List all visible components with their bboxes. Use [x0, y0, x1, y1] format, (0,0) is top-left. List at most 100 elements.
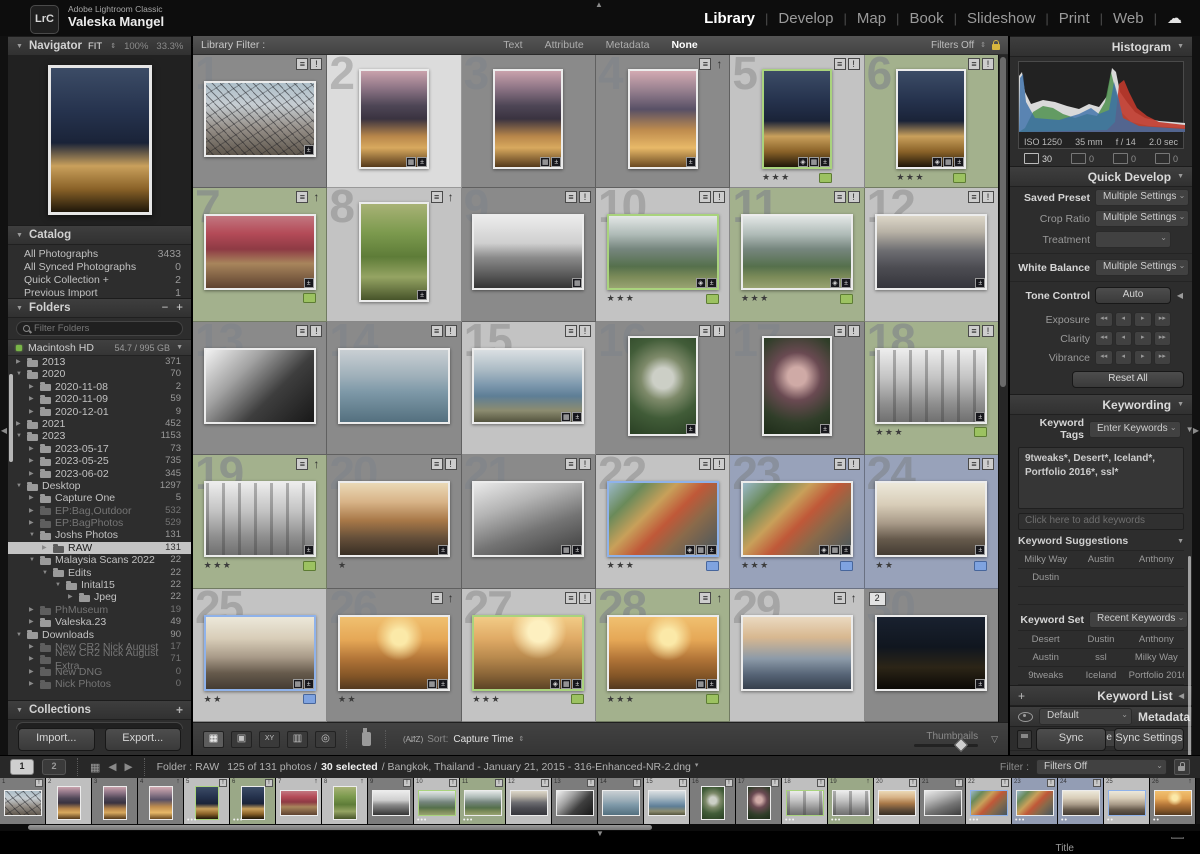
- chevron-right-icon[interactable]: ▶: [29, 406, 36, 418]
- catalog-item[interactable]: Quick Collection +2: [8, 274, 191, 287]
- grid-cell[interactable]: 20≡!±★: [327, 455, 461, 588]
- library-filter-state[interactable]: Filters Off: [931, 40, 974, 51]
- photo-thumbnail[interactable]: ±: [875, 214, 987, 290]
- filmstrip-cell[interactable]: 16!: [690, 778, 736, 824]
- metadata-warning-badge-icon[interactable]: !: [310, 58, 322, 70]
- grid-cell[interactable]: 7≡↑±: [193, 188, 327, 321]
- metadata-list-badge-icon[interactable]: ≡: [431, 325, 443, 337]
- photo-thumbnail[interactable]: ▦±: [493, 69, 563, 169]
- keyword-set-item[interactable]: Desert: [1018, 631, 1073, 649]
- brush-badge-icon[interactable]: ◈: [550, 679, 560, 689]
- folder-item[interactable]: ▼Joshs Photos131: [8, 529, 191, 541]
- compare-view-button[interactable]: XY: [259, 731, 280, 748]
- develop-badge-icon[interactable]: ±: [304, 145, 314, 155]
- grid-cell[interactable]: 25▦±★★: [193, 589, 327, 722]
- star-rating[interactable]: ★★★: [607, 694, 636, 705]
- grid-shortcut-icon[interactable]: ▦: [90, 761, 100, 774]
- photo-thumbnail[interactable]: ▦±: [472, 481, 584, 557]
- metadata-list-badge-icon[interactable]: ≡: [699, 592, 711, 604]
- grid-cell[interactable]: 28≡↑▦±★★★: [596, 589, 730, 722]
- export-button[interactable]: Export...: [105, 728, 182, 751]
- folder-item[interactable]: ▶EP:BagPhotos529: [8, 517, 191, 529]
- second-window-button[interactable]: 2: [42, 759, 66, 775]
- filmstrip-thumbnail[interactable]: [701, 786, 725, 820]
- right-panel-scrollbar[interactable]: [1188, 556, 1191, 756]
- collapse-right-arrow[interactable]: ▶: [1192, 426, 1200, 435]
- chevron-right-icon[interactable]: ▶: [42, 542, 49, 554]
- metadata-warning-badge-icon[interactable]: !: [713, 191, 725, 203]
- stack-count-badge[interactable]: 2: [869, 592, 886, 606]
- filmstrip-cell[interactable]: 19↑•••: [828, 778, 874, 824]
- filmstrip-thumbnail[interactable]: [747, 786, 771, 820]
- folder-item[interactable]: ▶2020-11-0959: [8, 393, 191, 405]
- color-label-badge[interactable]: [706, 561, 719, 571]
- filmstrip-thumbnail[interactable]: [510, 790, 548, 816]
- filmstrip-cell[interactable]: 24!••: [1058, 778, 1104, 824]
- eye-icon[interactable]: [1018, 712, 1033, 722]
- settings-badge-icon[interactable]: ▦: [572, 278, 582, 288]
- filter-tab-none[interactable]: None: [671, 39, 697, 51]
- filmstrip-cell[interactable]: 13!: [552, 778, 598, 824]
- white-balance-dropdown[interactable]: Multiple Settings: [1095, 259, 1189, 276]
- add-keywords-input[interactable]: Click here to add keywords: [1018, 513, 1184, 530]
- navigator-header[interactable]: ▼ Navigator FIT ⇕ 100% 33.3% ⇕: [8, 36, 191, 56]
- grid-cell[interactable]: 9≡!▦: [462, 188, 596, 321]
- treatment-dropdown[interactable]: [1095, 231, 1171, 248]
- photo-thumbnail[interactable]: ±: [875, 348, 987, 424]
- module-print[interactable]: Print: [1059, 10, 1090, 27]
- develop-badge-icon[interactable]: ±: [572, 545, 582, 555]
- metadata-view-dropdown[interactable]: Default: [1039, 708, 1132, 725]
- metadata-warning-badge-icon[interactable]: !: [848, 458, 860, 470]
- filmstrip-cell[interactable]: 5!•••: [184, 778, 230, 824]
- settings-badge-icon[interactable]: ▦: [809, 157, 819, 167]
- keyword-set-item[interactable]: Anthony: [1129, 631, 1184, 649]
- filmstrip-scrollbar-thumb[interactable]: [28, 825, 652, 830]
- navigator-zoom-100[interactable]: 100%: [124, 41, 148, 52]
- filmstrip-thumbnail[interactable]: [878, 790, 916, 816]
- settings-badge-icon[interactable]: ▦: [561, 679, 571, 689]
- filmstrip-cell[interactable]: 12!: [506, 778, 552, 824]
- color-label-badge[interactable]: [953, 173, 966, 183]
- metadata-list-badge-icon[interactable]: ≡: [834, 458, 846, 470]
- grid-cell[interactable]: 27≡!◈▦±★★★: [462, 589, 596, 722]
- left-panel-edge[interactable]: ◀: [0, 36, 8, 755]
- filmstrip-thumbnail[interactable]: [556, 790, 594, 816]
- photo-thumbnail[interactable]: ±: [628, 69, 698, 169]
- filmstrip-cell[interactable]: 21!: [920, 778, 966, 824]
- filter-tab-attribute[interactable]: Attribute: [545, 39, 584, 51]
- module-web[interactable]: Web: [1113, 10, 1144, 27]
- grid-cell[interactable]: 21≡!▦±: [462, 455, 596, 588]
- filmstrip-cell[interactable]: 17!: [736, 778, 782, 824]
- settings-badge-icon[interactable]: ▦: [561, 545, 571, 555]
- folder-item[interactable]: ▶Jpeg22: [8, 591, 191, 603]
- metadata-warning-badge-icon[interactable]: !: [982, 458, 994, 470]
- forward-arrow-icon[interactable]: ▶: [124, 761, 132, 773]
- filmstrip-thumbnail[interactable]: [195, 786, 219, 820]
- settings-badge-icon[interactable]: ▦: [561, 412, 571, 422]
- develop-badge-icon[interactable]: ±: [686, 157, 696, 167]
- folders-remove-icon[interactable]: −: [162, 302, 169, 314]
- metadata-list-badge-icon[interactable]: ≡: [834, 191, 846, 203]
- metadata-list-badge-icon[interactable]: ≡: [431, 592, 443, 604]
- star-rating[interactable]: ★★: [338, 694, 357, 705]
- bottom-edge[interactable]: ▼: [0, 831, 1200, 837]
- metadata-warning-badge-icon[interactable]: !: [579, 191, 591, 203]
- photo-thumbnail[interactable]: ▦±: [204, 615, 316, 691]
- keyword-set-item[interactable]: Iceland: [1073, 667, 1128, 685]
- folder-item[interactable]: ▶2013371: [8, 356, 191, 368]
- metadata-list-badge-icon[interactable]: ≡: [968, 58, 980, 70]
- photo-thumbnail[interactable]: ±: [204, 214, 316, 290]
- saved-preset-dropdown[interactable]: Multiple Settings: [1095, 189, 1189, 206]
- develop-badge-icon[interactable]: ±: [820, 424, 830, 434]
- grid-cell[interactable]: 29≡↑: [730, 589, 864, 722]
- metadata-list-badge-icon[interactable]: ≡: [968, 325, 980, 337]
- settings-badge-icon[interactable]: ▦: [540, 157, 550, 167]
- module-develop[interactable]: Develop: [778, 10, 833, 27]
- star-rating[interactable]: ★★★: [741, 560, 770, 571]
- folder-item[interactable]: ▶PhMuseum19: [8, 604, 191, 616]
- develop-badge-icon[interactable]: ±: [707, 545, 717, 555]
- metadata-list-badge-icon[interactable]: ≡: [834, 58, 846, 70]
- brush-badge-icon[interactable]: ◈: [932, 157, 942, 167]
- metadata-list-badge-icon[interactable]: ≡: [968, 191, 980, 203]
- filmstrip-thumbnail[interactable]: [602, 790, 640, 816]
